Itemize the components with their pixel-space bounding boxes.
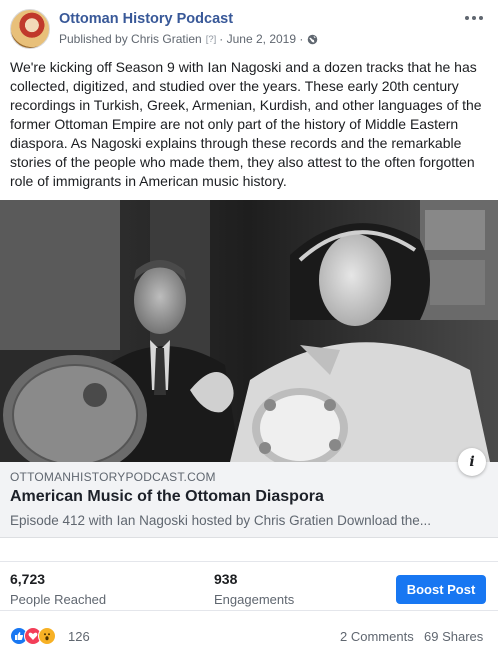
- link-domain: OTTOMANHISTORYPODCAST.COM: [10, 470, 216, 484]
- more-options-button[interactable]: [462, 8, 486, 28]
- people-reached-label: People Reached: [10, 592, 107, 607]
- post-header: Ottoman History Podcast Published by Chr…: [0, 0, 498, 56]
- comments-count[interactable]: 2 Comments: [340, 629, 414, 644]
- engagements-label: Engagements: [214, 592, 295, 607]
- page-avatar[interactable]: [10, 9, 50, 49]
- reactions-bar: 126 2 Comments 69 Shares: [0, 624, 498, 648]
- globe-icon: [308, 34, 318, 44]
- engagements-value[interactable]: 938: [214, 571, 237, 587]
- reaction-icons[interactable]: [10, 627, 56, 645]
- post-meta: Published by Chris Gratien [?] · June 2,…: [59, 32, 318, 46]
- boost-post-button[interactable]: Boost Post: [396, 575, 486, 604]
- post-date[interactable]: · June 2, 2019 ·: [219, 32, 303, 46]
- info-icon[interactable]: i: [458, 448, 486, 476]
- published-by-text[interactable]: Published by Chris Gratien: [59, 32, 202, 46]
- post-insights: 6,723 People Reached 938 Engagements Boo…: [0, 561, 498, 611]
- dot-icon: [472, 16, 476, 20]
- dot-icon: [479, 16, 483, 20]
- shares-count[interactable]: 69 Shares: [424, 629, 483, 644]
- page-name-link[interactable]: Ottoman History Podcast: [59, 11, 233, 27]
- help-mark[interactable]: [?]: [206, 34, 217, 45]
- reaction-count[interactable]: 126: [68, 629, 90, 644]
- link-description: Episode 412 with Ian Nagoski hosted by C…: [10, 513, 431, 528]
- link-title[interactable]: American Music of the Ottoman Diaspora: [10, 488, 324, 506]
- wow-icon: [38, 627, 56, 645]
- post-text: We're kicking off Season 9 with Ian Nago…: [10, 59, 482, 189]
- link-preview-image[interactable]: [0, 200, 498, 462]
- link-preview[interactable]: i OTTOMANHISTORYPODCAST.COM American Mus…: [0, 448, 498, 538]
- photo-illustration: [0, 200, 498, 462]
- people-reached-value[interactable]: 6,723: [10, 571, 45, 587]
- dot-icon: [465, 16, 469, 20]
